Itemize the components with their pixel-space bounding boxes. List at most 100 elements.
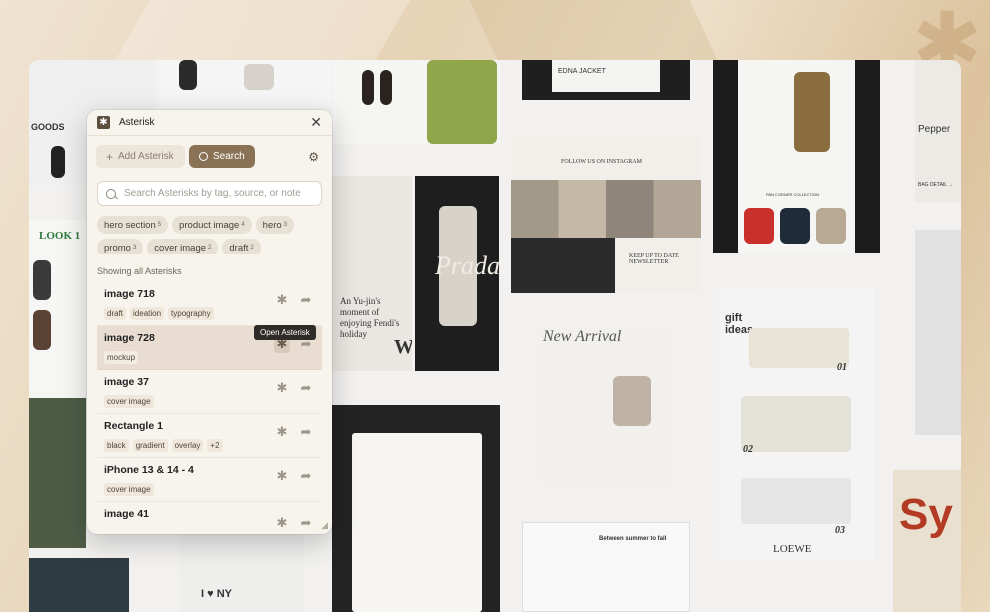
notebook-image (352, 433, 482, 612)
collection-card: PAN CORNER COLLECTION (738, 60, 855, 253)
between-text: Between summer to fall (599, 536, 667, 542)
list-item[interactable]: image 37 cover image ✱ ➦ (97, 370, 322, 414)
bag-detail-text: BAG DETAIL → (918, 182, 954, 188)
share-arrow-icon[interactable]: ➦ (298, 381, 314, 397)
clothing-image (179, 60, 197, 90)
panel-header: ✱ Asterisk ✕ (87, 110, 332, 136)
number-03: 03 (835, 525, 845, 536)
edna-jacket-text: EDNA JACKET (558, 68, 606, 75)
gear-icon[interactable]: ⚙ (308, 150, 319, 164)
asterisk-panel: ✱ Asterisk ✕ + Add Asterisk Search ⚙ her… (87, 110, 332, 534)
clothing-image (244, 64, 274, 90)
canvas-tile[interactable] (332, 60, 500, 144)
clothing-image (51, 146, 65, 178)
tag-chip[interactable]: draft 2 (222, 239, 261, 254)
tag-chip-label: draft (229, 242, 249, 254)
canvas-tile[interactable]: PAN CORNER COLLECTION (713, 60, 880, 253)
sunglasses-image (749, 328, 849, 368)
new-arrival-text: New Arrival (543, 328, 622, 345)
w-logo-text: W (394, 336, 412, 358)
item-actions: ✱ ➦ (274, 293, 314, 309)
clothing-image (780, 208, 810, 244)
tag-chip[interactable]: hero section 5 (97, 216, 169, 234)
background-ribbon (460, 0, 720, 65)
open-asterisk-icon[interactable]: ✱ (274, 425, 290, 441)
ny-text: I ♥ NY (201, 588, 232, 600)
search-input[interactable] (124, 188, 313, 199)
item-actions: ✱ ➦ (274, 381, 314, 397)
share-arrow-icon[interactable]: ➦ (298, 293, 314, 309)
footer-block (511, 238, 615, 293)
tag-chip[interactable]: hero 3 (255, 216, 295, 234)
background-ribbon (112, 0, 428, 65)
canvas-tile[interactable]: Sy (893, 470, 961, 612)
tag-chip-label: product image (179, 219, 240, 231)
tag-chip-count: 2 (250, 245, 254, 251)
newsletter-text: KEEP UP TO DATE NEWSLETTER (629, 253, 679, 265)
tag-chip-count: 3 (283, 222, 288, 228)
number-02: 02 (743, 444, 753, 455)
open-asterisk-icon[interactable]: ✱ (274, 516, 290, 532)
clothing-image (794, 72, 830, 152)
search-field[interactable] (97, 181, 322, 206)
item-tag: black (104, 439, 129, 452)
canvas-tile[interactable]: New Arrival (541, 326, 669, 486)
share-arrow-icon[interactable]: ➦ (298, 469, 314, 485)
resize-handle-icon[interactable]: ◢ (321, 521, 328, 531)
canvas-tile[interactable]: EDNA JACKET (522, 60, 690, 100)
tag-filter-list: hero section 5 product image 4 hero 3 promo… (87, 206, 332, 254)
canvas-tile[interactable]: gift ideas. 01 02 03 LOEWE (719, 288, 874, 560)
tab-add-asterisk[interactable]: + Add Asterisk (96, 145, 185, 168)
share-arrow-icon[interactable]: ➦ (298, 516, 314, 532)
canvas-tile[interactable]: Between summer to fall (522, 522, 690, 612)
list-item[interactable]: iPhone 13 & 14 - 4 cover image ✱ ➦ (97, 458, 322, 502)
canvas-tile[interactable]: Pepper BAG DETAIL → (915, 60, 961, 202)
canvas-tile[interactable]: Prada (415, 176, 499, 371)
canvas-tile[interactable] (915, 230, 961, 435)
tag-chip-label: cover image (154, 242, 207, 254)
tag-chip[interactable]: cover image 2 (147, 239, 219, 254)
share-arrow-icon[interactable]: ➦ (298, 425, 314, 441)
canvas-tile[interactable]: I ♥ NY (179, 530, 304, 612)
list-item[interactable]: image 41 ✱ ➦ (97, 502, 322, 534)
item-tag: cover image (104, 395, 154, 408)
clothing-image (33, 310, 51, 350)
item-actions: ✱ ➦ (274, 516, 314, 532)
list-item[interactable]: Rectangle 1 black gradient overlay +2 ✱ … (97, 414, 322, 458)
open-asterisk-icon[interactable]: ✱ (274, 293, 290, 309)
canvas-tile[interactable]: An Yu-jin's moment of enjoying Fendi's h… (332, 176, 412, 371)
item-tag: cover image (104, 483, 154, 496)
tag-chip[interactable]: product image 4 (172, 216, 252, 234)
open-asterisk-icon[interactable]: ✱ (274, 381, 290, 397)
canvas-tile[interactable] (29, 398, 86, 548)
clothing-image (613, 376, 651, 426)
open-asterisk-icon[interactable]: ✱ (274, 469, 290, 485)
tag-chip[interactable]: promo 3 (97, 239, 144, 254)
tab-add-label: Add Asterisk (118, 151, 174, 162)
sy-text: Sy (899, 490, 953, 539)
clothing-image (33, 260, 51, 300)
canvas-tile[interactable]: FOLLOW US ON INSTAGRAM KEEP UP TO DATE N… (511, 135, 701, 293)
showing-status: Showing all Asterisks (97, 266, 182, 276)
clothing-image (380, 70, 392, 105)
tab-search[interactable]: Search (189, 145, 255, 168)
panel-tabs: + Add Asterisk Search ⚙ (87, 136, 332, 168)
tag-chip-label: promo (104, 242, 131, 254)
pepper-text: Pepper (918, 124, 951, 135)
item-tag: typography (168, 307, 214, 320)
tag-chip-label: hero (262, 219, 282, 231)
item-tag: overlay (171, 439, 204, 452)
close-icon[interactable]: ✕ (310, 115, 322, 131)
clothing-image (744, 208, 774, 244)
canvas-tile[interactable] (159, 60, 331, 108)
loewe-text: LOEWE (773, 543, 812, 555)
bag-image (741, 396, 851, 452)
search-icon (106, 188, 116, 199)
list-item[interactable]: image 718 draft ideation typography ✱ ➦ (97, 282, 322, 326)
canvas-tile[interactable] (29, 558, 129, 612)
tag-chip-label: hero section (104, 219, 156, 231)
canvas-tile[interactable] (332, 405, 500, 612)
asterisk-logo-icon: ✱ (97, 116, 110, 129)
asterisk-list: image 718 draft ideation typography ✱ ➦ … (87, 282, 332, 534)
item-tag: mockup (104, 351, 139, 364)
